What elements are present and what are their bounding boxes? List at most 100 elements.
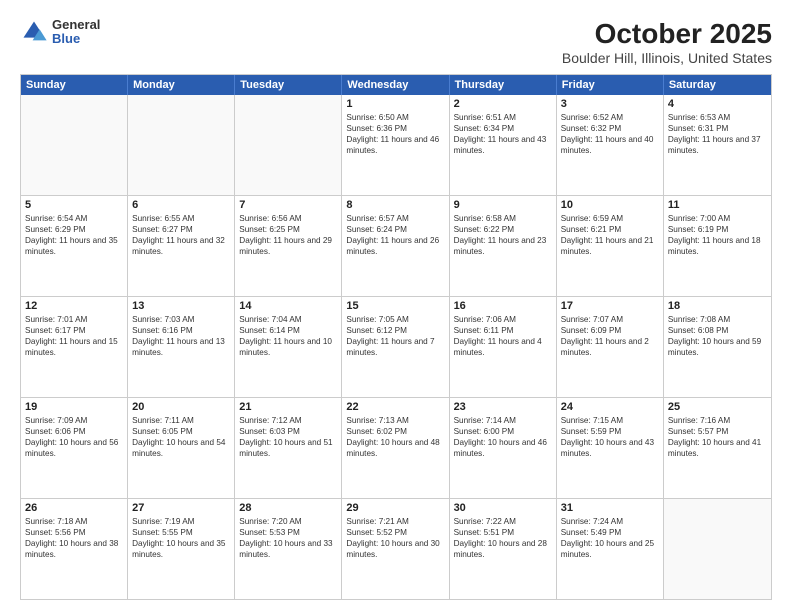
logo-blue: Blue — [52, 32, 100, 46]
cell-info: Sunrise: 7:14 AMSunset: 6:00 PMDaylight:… — [454, 415, 552, 459]
header-day-thursday: Thursday — [450, 75, 557, 95]
cell-info: Sunrise: 6:55 AMSunset: 6:27 PMDaylight:… — [132, 213, 230, 257]
month-title: October 2025 — [562, 18, 772, 50]
empty-cell — [128, 95, 235, 195]
cell-info: Sunrise: 7:12 AMSunset: 6:03 PMDaylight:… — [239, 415, 337, 459]
cell-info: Sunrise: 6:54 AMSunset: 6:29 PMDaylight:… — [25, 213, 123, 257]
day-number: 7 — [239, 199, 337, 211]
day-number: 24 — [561, 401, 659, 413]
header-day-monday: Monday — [128, 75, 235, 95]
cell-info: Sunrise: 7:03 AMSunset: 6:16 PMDaylight:… — [132, 314, 230, 358]
day-cell-29: 29 Sunrise: 7:21 AMSunset: 5:52 PMDayligh… — [342, 499, 449, 599]
day-number: 19 — [25, 401, 123, 413]
day-number: 10 — [561, 199, 659, 211]
cell-info: Sunrise: 7:09 AMSunset: 6:06 PMDaylight:… — [25, 415, 123, 459]
cell-info: Sunrise: 6:59 AMSunset: 6:21 PMDaylight:… — [561, 213, 659, 257]
day-number: 13 — [132, 300, 230, 312]
day-number: 21 — [239, 401, 337, 413]
day-number: 23 — [454, 401, 552, 413]
cell-info: Sunrise: 7:05 AMSunset: 6:12 PMDaylight:… — [346, 314, 444, 358]
day-cell-13: 13 Sunrise: 7:03 AMSunset: 6:16 PMDayligh… — [128, 297, 235, 397]
cell-info: Sunrise: 7:00 AMSunset: 6:19 PMDaylight:… — [668, 213, 767, 257]
day-cell-31: 31Sunrise: 7:24 AMSunset: 5:49 PMDayligh… — [557, 499, 664, 599]
week-row-2: 5 Sunrise: 6:54 AMSunset: 6:29 PMDaylight… — [21, 196, 771, 297]
cell-info: Sunrise: 7:21 AMSunset: 5:52 PMDaylight:… — [346, 516, 444, 560]
day-number: 29 — [346, 502, 444, 514]
cell-info: Sunrise: 6:52 AMSunset: 6:32 PMDaylight:… — [561, 112, 659, 156]
header: General Blue October 2025 Boulder Hill, … — [20, 18, 772, 66]
title-block: October 2025 Boulder Hill, Illinois, Uni… — [562, 18, 772, 66]
day-cell-9: 9Sunrise: 6:58 AMSunset: 6:22 PMDaylight… — [450, 196, 557, 296]
cell-info: Sunrise: 6:53 AMSunset: 6:31 PMDaylight:… — [668, 112, 767, 156]
day-cell-22: 22Sunrise: 7:13 AMSunset: 6:02 PMDayligh… — [342, 398, 449, 498]
day-number: 5 — [25, 199, 123, 211]
cell-info: Sunrise: 7:04 AMSunset: 6:14 PMDaylight:… — [239, 314, 337, 358]
calendar-header: SundayMondayTuesdayWednesdayThursdayFrid… — [21, 75, 771, 95]
location-title: Boulder Hill, Illinois, United States — [562, 50, 772, 66]
day-cell-28: 28 Sunrise: 7:20 AMSunset: 5:53 PMDayligh… — [235, 499, 342, 599]
header-day-friday: Friday — [557, 75, 664, 95]
day-cell-18: 18Sunrise: 7:08 AMSunset: 6:08 PMDayligh… — [664, 297, 771, 397]
cell-info: Sunrise: 6:51 AMSunset: 6:34 PMDaylight:… — [454, 112, 552, 156]
day-number: 27 — [132, 502, 230, 514]
day-number: 20 — [132, 401, 230, 413]
day-number: 26 — [25, 502, 123, 514]
day-number: 30 — [454, 502, 552, 514]
day-cell-10: 10 Sunrise: 6:59 AMSunset: 6:21 PMDayligh… — [557, 196, 664, 296]
day-cell-14: 14 Sunrise: 7:04 AMSunset: 6:14 PMDayligh… — [235, 297, 342, 397]
day-number: 6 — [132, 199, 230, 211]
week-row-5: 26 Sunrise: 7:18 AMSunset: 5:56 PMDayligh… — [21, 499, 771, 599]
cell-info: Sunrise: 7:07 AMSunset: 6:09 PMDaylight:… — [561, 314, 659, 358]
day-cell-26: 26 Sunrise: 7:18 AMSunset: 5:56 PMDayligh… — [21, 499, 128, 599]
week-row-3: 12Sunrise: 7:01 AMSunset: 6:17 PMDayligh… — [21, 297, 771, 398]
cell-info: Sunrise: 7:11 AMSunset: 6:05 PMDaylight:… — [132, 415, 230, 459]
logo: General Blue — [20, 18, 100, 47]
day-cell-19: 19 Sunrise: 7:09 AMSunset: 6:06 PMDayligh… — [21, 398, 128, 498]
day-cell-7: 7Sunrise: 6:56 AMSunset: 6:25 PMDaylight… — [235, 196, 342, 296]
empty-cell — [235, 95, 342, 195]
day-number: 28 — [239, 502, 337, 514]
cell-info: Sunrise: 7:19 AMSunset: 5:55 PMDaylight:… — [132, 516, 230, 560]
calendar-body: 1 Sunrise: 6:50 AMSunset: 6:36 PMDaylight… — [21, 95, 771, 599]
cell-info: Sunrise: 6:57 AMSunset: 6:24 PMDaylight:… — [346, 213, 444, 257]
day-number: 14 — [239, 300, 337, 312]
week-row-4: 19 Sunrise: 7:09 AMSunset: 6:06 PMDayligh… — [21, 398, 771, 499]
day-number: 12 — [25, 300, 123, 312]
day-number: 3 — [561, 98, 659, 110]
day-number: 11 — [668, 199, 767, 211]
day-number: 15 — [346, 300, 444, 312]
day-cell-2: 2Sunrise: 6:51 AMSunset: 6:34 PMDaylight… — [450, 95, 557, 195]
day-number: 8 — [346, 199, 444, 211]
header-day-wednesday: Wednesday — [342, 75, 449, 95]
logo-icon — [20, 18, 48, 46]
day-cell-17: 17Sunrise: 7:07 AMSunset: 6:09 PMDayligh… — [557, 297, 664, 397]
day-cell-20: 20 Sunrise: 7:11 AMSunset: 6:05 PMDayligh… — [128, 398, 235, 498]
cell-info: Sunrise: 7:24 AMSunset: 5:49 PMDaylight:… — [561, 516, 659, 560]
logo-text: General Blue — [52, 18, 100, 47]
day-number: 22 — [346, 401, 444, 413]
day-cell-24: 24Sunrise: 7:15 AMSunset: 5:59 PMDayligh… — [557, 398, 664, 498]
day-cell-4: 4Sunrise: 6:53 AMSunset: 6:31 PMDaylight… — [664, 95, 771, 195]
day-cell-3: 3 Sunrise: 6:52 AMSunset: 6:32 PMDaylight… — [557, 95, 664, 195]
cell-info: Sunrise: 7:20 AMSunset: 5:53 PMDaylight:… — [239, 516, 337, 560]
day-cell-30: 30 Sunrise: 7:22 AMSunset: 5:51 PMDayligh… — [450, 499, 557, 599]
day-cell-15: 15 Sunrise: 7:05 AMSunset: 6:12 PMDayligh… — [342, 297, 449, 397]
day-number: 9 — [454, 199, 552, 211]
day-number: 18 — [668, 300, 767, 312]
day-number: 25 — [668, 401, 767, 413]
header-day-tuesday: Tuesday — [235, 75, 342, 95]
calendar: SundayMondayTuesdayWednesdayThursdayFrid… — [20, 74, 772, 600]
day-cell-6: 6 Sunrise: 6:55 AMSunset: 6:27 PMDaylight… — [128, 196, 235, 296]
empty-cell — [21, 95, 128, 195]
week-row-1: 1 Sunrise: 6:50 AMSunset: 6:36 PMDaylight… — [21, 95, 771, 196]
cell-info: Sunrise: 7:18 AMSunset: 5:56 PMDaylight:… — [25, 516, 123, 560]
cell-info: Sunrise: 7:06 AMSunset: 6:11 PMDaylight:… — [454, 314, 552, 358]
header-day-saturday: Saturday — [664, 75, 771, 95]
day-cell-27: 27 Sunrise: 7:19 AMSunset: 5:55 PMDayligh… — [128, 499, 235, 599]
cell-info: Sunrise: 7:16 AMSunset: 5:57 PMDaylight:… — [668, 415, 767, 459]
day-number: 1 — [346, 98, 444, 110]
header-day-sunday: Sunday — [21, 75, 128, 95]
cell-info: Sunrise: 7:22 AMSunset: 5:51 PMDaylight:… — [454, 516, 552, 560]
cell-info: Sunrise: 6:50 AMSunset: 6:36 PMDaylight:… — [346, 112, 444, 156]
day-cell-11: 11 Sunrise: 7:00 AMSunset: 6:19 PMDayligh… — [664, 196, 771, 296]
